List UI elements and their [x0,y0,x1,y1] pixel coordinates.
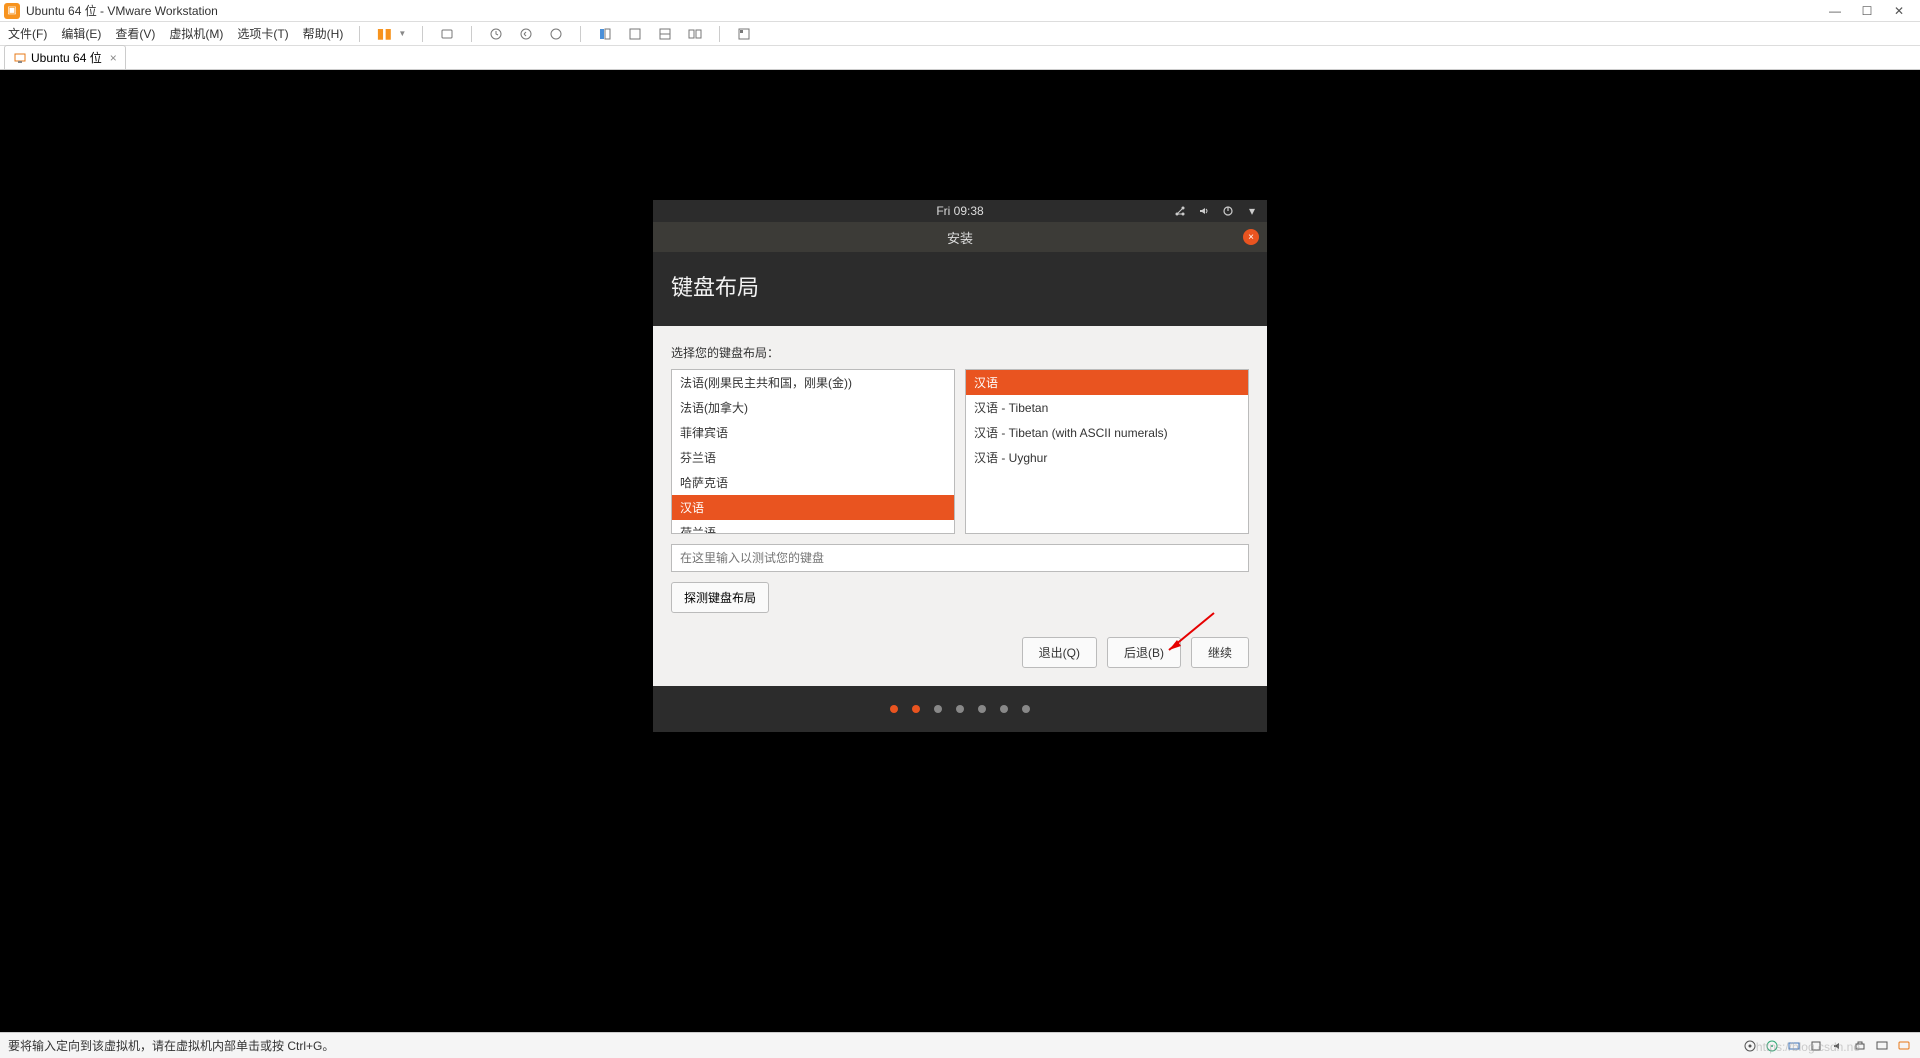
vmware-statusbar: 要将输入定向到该虚拟机，请在虚拟机内部单击或按 Ctrl+G。 https://… [0,1032,1920,1058]
panel-indicators: ▾ [1173,204,1259,218]
vm-tab[interactable]: Ubuntu 64 位 × [4,45,126,69]
keyboard-test-input[interactable] [671,544,1249,572]
thumbnail-icon[interactable] [736,26,752,42]
menu-help[interactable]: 帮助(H) [303,25,344,42]
menu-tabs[interactable]: 选项卡(T) [237,25,288,42]
watermark: https://blog.csdn.ne [1756,1040,1860,1054]
list-item[interactable]: 菲律宾语 [672,420,954,445]
installer-content: 选择您的键盘布局： 法语(刚果民主共和国，刚果(金))法语(加拿大)菲律宾语芬兰… [653,326,1267,686]
installer-title: 安装 [947,228,973,247]
minimize-button[interactable]: — [1828,4,1842,18]
send-ctrl-alt-del-icon[interactable] [439,26,455,42]
dropdown-arrow-icon[interactable]: ▼ [398,29,406,38]
stretch-icon[interactable] [687,26,703,42]
network-icon[interactable] [1173,204,1187,218]
quit-button[interactable]: 退出(Q) [1022,637,1097,668]
revert-icon[interactable] [518,26,534,42]
vmware-icon: ▣ [4,3,20,19]
list-item[interactable]: 芬兰语 [672,445,954,470]
menu-vm[interactable]: 虚拟机(M) [169,25,223,42]
volume-icon[interactable] [1197,204,1211,218]
separator [580,26,581,42]
clock: Fri 09:38 [936,204,983,218]
tab-close-icon[interactable]: × [110,51,117,65]
window-controls: — ☐ ✕ [1828,4,1916,18]
separator [471,26,472,42]
menu-edit[interactable]: 编辑(E) [61,25,101,42]
list-item[interactable]: 法语(加拿大) [672,395,954,420]
separator [422,26,423,42]
detect-layout-button[interactable]: 探测键盘布局 [671,582,769,613]
installer-button-row: 退出(Q) 后退(B) 继续 [671,637,1249,668]
separator [719,26,720,42]
power-icon[interactable] [1221,204,1235,218]
progress-dot [934,705,942,713]
maximize-button[interactable]: ☐ [1860,4,1874,18]
close-button[interactable]: ✕ [1892,4,1906,18]
vmware-tabbar: Ubuntu 64 位 × [0,46,1920,70]
list-item[interactable]: 汉语 - Tibetan [966,395,1248,420]
ubuntu-installer-window: Fri 09:38 ▾ 安装 × 键盘布局 选择您的键盘布局： 法语(刚果民主共… [653,200,1267,732]
installer-close-button[interactable]: × [1243,229,1259,245]
status-text: 要将输入定向到该虚拟机，请在虚拟机内部单击或按 Ctrl+G。 [8,1037,334,1054]
list-item[interactable]: 法语(刚果民主共和国，刚果(金)) [672,370,954,395]
progress-dots [653,686,1267,732]
list-item[interactable]: 哈萨克语 [672,470,954,495]
vmware-titlebar: ▣ Ubuntu 64 位 - VMware Workstation — ☐ ✕ [0,0,1920,22]
language-list[interactable]: 法语(刚果民主共和国，刚果(金))法语(加拿大)菲律宾语芬兰语哈萨克语汉语荷兰语 [671,369,955,534]
installer-titlebar: 安装 × [653,222,1267,252]
window-title: Ubuntu 64 位 - VMware Workstation [26,2,218,19]
layout-row: 法语(刚果民主共和国，刚果(金))法语(加拿大)菲律宾语芬兰语哈萨克语汉语荷兰语… [671,369,1249,534]
manage-snapshot-icon[interactable] [548,26,564,42]
pause-icon[interactable]: ▮▮ [376,26,392,42]
fullscreen-icon[interactable] [597,26,613,42]
progress-dot [978,705,986,713]
list-item[interactable]: 汉语 - Tibetan (with ASCII numerals) [966,420,1248,445]
list-item[interactable]: 荷兰语 [672,520,954,534]
list-item[interactable]: 汉语 - Uyghur [966,445,1248,470]
ubuntu-top-panel: Fri 09:38 ▾ [653,200,1267,222]
back-button[interactable]: 后退(B) [1107,637,1181,668]
display-icon[interactable] [1874,1038,1890,1054]
vmware-menubar: 文件(F) 编辑(E) 查看(V) 虚拟机(M) 选项卡(T) 帮助(H) ▮▮… [0,22,1920,46]
vm-viewport[interactable]: Fri 09:38 ▾ 安装 × 键盘布局 选择您的键盘布局： 法语(刚果民主共… [0,70,1920,1032]
keyboard-prompt: 选择您的键盘布局： [671,344,1249,361]
list-item[interactable]: 汉语 [966,370,1248,395]
menu-file[interactable]: 文件(F) [8,25,47,42]
continue-button[interactable]: 继续 [1191,637,1249,668]
progress-dot [1000,705,1008,713]
progress-dot [912,705,920,713]
chevron-down-icon[interactable]: ▾ [1245,204,1259,218]
vm-tab-icon [13,51,27,65]
console-view-icon[interactable] [657,26,673,42]
vm-tab-label: Ubuntu 64 位 [31,49,102,66]
installer-heading: 键盘布局 [653,252,1267,326]
menu-view[interactable]: 查看(V) [115,25,155,42]
snapshot-icon[interactable] [488,26,504,42]
separator [359,26,360,42]
progress-dot [890,705,898,713]
unity-icon[interactable] [627,26,643,42]
message-icon[interactable] [1896,1038,1912,1054]
list-item[interactable]: 汉语 [672,495,954,520]
progress-dot [1022,705,1030,713]
progress-dot [956,705,964,713]
variant-list[interactable]: 汉语汉语 - Tibetan汉语 - Tibetan (with ASCII n… [965,369,1249,534]
